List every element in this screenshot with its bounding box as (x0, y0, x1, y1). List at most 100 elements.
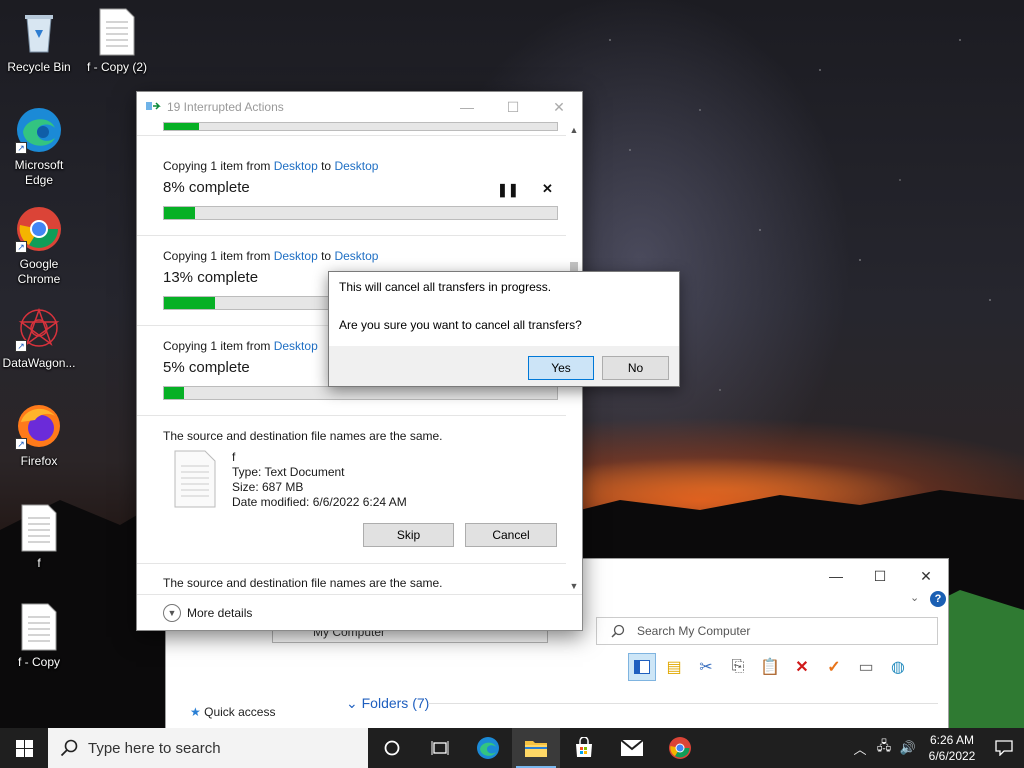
taskbar-chrome[interactable] (656, 728, 704, 768)
chrome-icon: ↗ (15, 205, 63, 253)
checkmark-icon[interactable]: ✓ (820, 653, 848, 681)
progress-fill (164, 297, 216, 309)
text-document-icon (15, 603, 63, 651)
maximize-button[interactable]: ☐ (860, 563, 900, 589)
paste-icon[interactable]: 📋 (756, 653, 784, 681)
dialog-question: Are you sure you want to cancel all tran… (339, 318, 582, 332)
clock-time: 6:26 AM (929, 733, 975, 747)
notification-icon (995, 740, 1013, 756)
cortana-button[interactable] (368, 728, 416, 768)
taskbar-store[interactable] (560, 728, 608, 768)
percent-complete: 8% complete (163, 179, 250, 196)
desktop-icon-label: f (37, 556, 41, 570)
file-type: Type: Text Document (232, 465, 345, 479)
scroll-up-icon[interactable]: ▲ (566, 122, 582, 138)
task-view-button[interactable] (416, 728, 464, 768)
cortana-icon (384, 740, 400, 756)
destination-link[interactable]: Desktop (334, 249, 378, 263)
taskbar-search-box[interactable]: Type here to search (48, 728, 368, 768)
help-icon[interactable]: ? (930, 591, 946, 607)
conflict-item: The source and destination file names ar… (137, 416, 567, 564)
desktop-icon-label: f - Copy (17, 655, 60, 669)
firefox-icon: ↗ (15, 402, 63, 450)
copy-icon[interactable]: ⎘ (724, 653, 752, 681)
close-button[interactable]: ✕ (536, 92, 582, 122)
file-size: Size: 687 MB (232, 480, 304, 494)
desktop-icon-microsoft-edge[interactable]: ↗ Microsoft Edge (1, 106, 77, 188)
taskbar-file-explorer[interactable] (512, 728, 560, 768)
desktop-icon-firefox[interactable]: ↗ Firefox (1, 402, 77, 469)
desktop-icon-label: f - Copy (2) (86, 60, 147, 74)
shell-icon[interactable]: ◍ (884, 653, 912, 681)
text-document-icon (174, 450, 216, 508)
desktop-icon-label: Recycle Bin (7, 60, 71, 74)
desktop-icon-google-chrome[interactable]: ↗ Google Chrome (1, 205, 77, 287)
edge-icon: ↗ (15, 106, 63, 154)
minimize-button[interactable]: — (444, 92, 490, 122)
skip-button[interactable]: Skip (363, 523, 454, 547)
search-input[interactable]: Search My Computer (596, 617, 938, 645)
mail-icon (620, 739, 644, 756)
more-details-toggle[interactable]: ▼ More details (137, 594, 582, 630)
store-icon (576, 737, 592, 757)
chevron-up-icon[interactable]: ︿ (848, 739, 872, 758)
operation-description: Copying 1 item from Desktop to Desktop (163, 249, 379, 263)
taskbar-edge[interactable] (464, 728, 512, 768)
close-icon[interactable]: ✕ (542, 181, 553, 197)
desktop-icon-datawagon[interactable]: ↗ DataWagon... (1, 304, 77, 371)
chrome-icon (669, 737, 691, 759)
maximize-button[interactable]: ☐ (490, 92, 536, 122)
dialog-footer: Yes No (329, 346, 679, 386)
pause-icon[interactable]: ❚❚ (497, 182, 519, 198)
checklist-icon[interactable]: ▤ (660, 653, 688, 681)
datawagon-icon: ↗ (15, 304, 63, 352)
yes-button[interactable]: Yes (528, 356, 594, 380)
minimize-button[interactable]: — (816, 563, 856, 589)
edge-icon (477, 737, 499, 759)
copy-files-icon (146, 102, 161, 110)
cut-icon[interactable]: ✂ (692, 653, 720, 681)
progress-fill (164, 207, 196, 219)
start-button[interactable] (0, 728, 48, 768)
chevron-down-icon: ⌄ (346, 695, 358, 711)
no-button[interactable]: No (602, 356, 669, 380)
notifications-button[interactable] (984, 728, 1024, 768)
text-document-icon (93, 8, 141, 56)
task-view-icon (431, 741, 449, 755)
star-icon: ★ (190, 705, 201, 719)
desktop-icon-label: DataWagon... (2, 356, 76, 370)
shortcut-arrow-icon: ↗ (15, 241, 27, 253)
operation-description: Copying 1 item from Desktop (163, 339, 318, 353)
source-link[interactable]: Desktop (274, 159, 318, 173)
source-link[interactable]: Desktop (274, 249, 318, 263)
system-tray: ︿ 🖧 🔊 6:26 AM 6/6/2022 (848, 728, 1024, 768)
desktop-icon-f-copy[interactable]: f - Copy (1, 603, 77, 670)
destination-link[interactable]: Desktop (334, 159, 378, 173)
preview-pane-icon[interactable] (628, 653, 656, 681)
source-link[interactable]: Desktop (274, 339, 318, 353)
dialog-message: This will cancel all transfers in progre… (339, 280, 552, 294)
ribbon-expand-icon[interactable]: ⌄ (910, 591, 919, 604)
desktop-icon-recycle-bin[interactable]: Recycle Bin (1, 8, 77, 75)
desktop-icon-f[interactable]: f (1, 504, 77, 571)
rename-icon[interactable]: ▭ (852, 653, 880, 681)
quick-access-label: Quick access (204, 705, 276, 719)
chevron-down-icon: ▼ (163, 603, 181, 622)
delete-icon[interactable]: ✕ (788, 653, 816, 681)
taskbar-mail[interactable] (608, 728, 656, 768)
desktop-icon-f-copy-2[interactable]: f - Copy (2) (79, 8, 155, 75)
folders-header[interactable]: ⌄ Folders (7) (346, 695, 429, 712)
volume-icon[interactable]: 🔊 (896, 740, 920, 756)
taskbar: Type here to search ︿ 🖧 🔊 6:26 AM 6/6/20… (0, 728, 1024, 768)
clock[interactable]: 6:26 AM 6/6/2022 (920, 732, 984, 764)
cancel-button[interactable]: Cancel (465, 523, 557, 547)
scroll-down-icon[interactable]: ▼ (566, 578, 582, 594)
network-icon[interactable]: 🖧 (872, 737, 896, 759)
divider (428, 703, 938, 704)
close-button[interactable]: ✕ (906, 563, 946, 589)
more-details-label: More details (187, 605, 253, 620)
title-bar: 19 Interrupted Actions — ☐ ✕ (137, 92, 582, 122)
quick-access-item[interactable]: ★ Quick access (190, 705, 275, 719)
progress-bar (163, 386, 558, 400)
folder-icon (525, 741, 547, 757)
